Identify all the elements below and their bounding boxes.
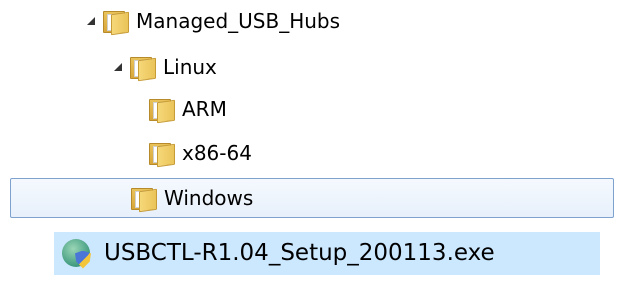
file-name: USBCTL-R1.04_Setup_200113.exe	[104, 240, 495, 266]
tree-item-managed-usb-hubs[interactable]: Managed_USB_Hubs	[87, 4, 340, 38]
tree-item-linux[interactable]: Linux	[114, 50, 217, 84]
tree-item-label: Windows	[164, 186, 254, 210]
folder-icon	[149, 98, 175, 124]
installer-shield-icon	[60, 237, 94, 271]
tree-item-label: Linux	[163, 55, 217, 79]
file-item-setup-exe[interactable]: USBCTL-R1.04_Setup_200113.exe	[54, 232, 600, 275]
folder-icon	[149, 142, 175, 168]
folder-icon	[130, 56, 156, 82]
tree-item-windows-selected[interactable]: Windows	[10, 178, 614, 218]
expanded-arrow-icon[interactable]	[87, 17, 95, 25]
expanded-arrow-icon[interactable]	[114, 63, 122, 71]
tree-item-label: x86-64	[182, 141, 252, 165]
folder-icon	[103, 10, 129, 36]
tree-item-label: Managed_USB_Hubs	[136, 9, 341, 33]
tree-item-arm[interactable]: ARM	[149, 92, 227, 126]
tree-item-x86-64[interactable]: x86-64	[149, 136, 252, 170]
tree-item-label: ARM	[182, 97, 227, 121]
folder-icon	[131, 187, 157, 213]
file-explorer: Managed_USB_Hubs Linux ARM x86-64 Window…	[0, 0, 626, 285]
